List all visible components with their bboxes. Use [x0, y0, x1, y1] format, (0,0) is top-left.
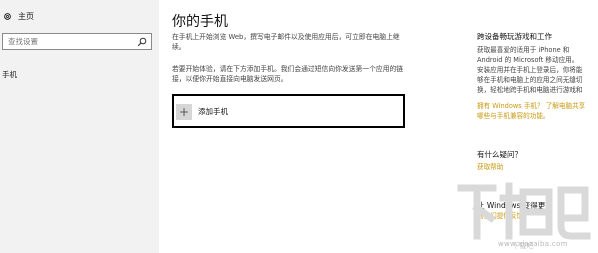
- description-line: Android 的 Microsoft 移动应用。: [477, 56, 579, 64]
- add-phone-button[interactable]: + 添加手机: [172, 94, 405, 128]
- plus-icon: +: [176, 104, 192, 120]
- watermark-url: www.xiazaiba.com: [498, 240, 568, 248]
- home-nav-item[interactable]: 主页: [3, 11, 34, 22]
- cross-device-description: 获取最喜爱的适用于 iPhone 和 Android 的 Microsoft 移…: [477, 45, 598, 95]
- description-line: 获取最喜爱的适用于 iPhone 和: [477, 46, 570, 54]
- page-title: 你的手机: [172, 14, 228, 30]
- feedback-heading: 让 Windows 变得更好: [477, 201, 553, 210]
- give-feedback-link[interactable]: 向我们提供反馈: [477, 211, 598, 221]
- get-help-link[interactable]: 获取帮助: [477, 162, 598, 172]
- settings-search[interactable]: [2, 33, 152, 50]
- cross-device-heading: 跨设备畅玩游戏和工作: [477, 32, 552, 41]
- sidebar-item-phone[interactable]: 手机: [2, 69, 17, 80]
- home-label: 主页: [18, 12, 34, 21]
- link-line[interactable]: 哪些与手机兼容的功能。: [477, 111, 598, 121]
- windows-phone-link[interactable]: 拥有 Windows 手机？ 了解电脑共享 哪些与手机兼容的功能。: [477, 101, 598, 121]
- description-line: 安装应用并在手机上登录后，你将能: [477, 66, 583, 74]
- search-icon[interactable]: [137, 37, 147, 47]
- intro-paragraph: 在手机上开始浏览 Web，撰写电子邮件以及使用应用后，可立即在电脑上继续。: [172, 33, 400, 51]
- search-input[interactable]: [3, 37, 133, 46]
- description-line: 够在手机和电脑上的应用之间无缝切: [477, 76, 583, 84]
- description-line: 换，轻松地跨手机和电脑进行游戏和: [477, 86, 583, 94]
- add-phone-label: 添加手机: [198, 107, 228, 116]
- instructions-paragraph: 若要开始体验，请在下方添加手机。我们会通过短信向你发送第一个应用的链接，以便你开…: [172, 65, 404, 83]
- gear-icon: [4, 13, 11, 20]
- settings-sidebar: 主页 手机: [0, 0, 159, 253]
- questions-heading: 有什么疑问？: [477, 150, 522, 159]
- link-line[interactable]: 拥有 Windows 手机？ 了解电脑共享: [477, 101, 598, 111]
